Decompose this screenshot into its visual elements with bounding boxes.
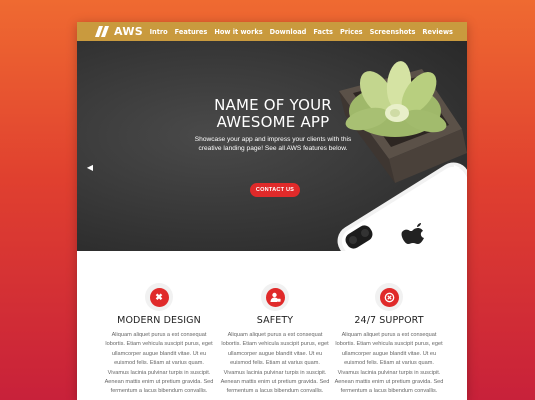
feature-title: 24/7 SUPPORT [354, 315, 424, 326]
chevron-right-icon[interactable]: ▶ [453, 164, 461, 172]
main-nav: Intro Features How it works Download Fac… [150, 22, 453, 41]
feature-title: MODERN DESIGN [117, 315, 201, 326]
nav-item-prices[interactable]: Prices [340, 28, 363, 36]
close-circle-icon [379, 287, 399, 307]
cross-circle-icon: ✖ [149, 287, 169, 307]
feature-icon-wrap [261, 283, 289, 311]
logo-text: AWS [114, 25, 143, 38]
nav-item-features[interactable]: Features [175, 28, 208, 36]
feature-title: SAFETY [256, 315, 294, 326]
feature-icon-wrap [375, 283, 403, 311]
nav-item-download[interactable]: Download [270, 28, 307, 36]
hero-title: NAME OF YOUR AWESOME APP [214, 96, 332, 131]
logo[interactable]: AWS [95, 25, 143, 38]
landing-page-preview: AWS Intro Features How it works Download… [77, 22, 467, 400]
hero-subtitle: Showcase your app and impress your clien… [194, 136, 352, 152]
navbar: AWS Intro Features How it works Download… [77, 22, 467, 41]
features-section: ✖ MODERN DESIGN Aliquam aliquet purus a … [77, 251, 467, 400]
contact-us-button[interactable]: CONTACT US [250, 183, 300, 197]
nav-item-how-it-works[interactable]: How it works [214, 28, 262, 36]
logo-mark-icon [95, 26, 109, 37]
feature-text: Aliquam aliquet purus a est consequat lo… [104, 332, 214, 395]
feature-text: Aliquam aliquet purus a est consequat lo… [220, 332, 330, 395]
nav-item-screenshots[interactable]: Screenshots [370, 28, 416, 36]
user-lock-icon [265, 287, 285, 307]
nav-item-facts[interactable]: Facts [313, 28, 333, 36]
nav-item-reviews[interactable]: Reviews [422, 28, 453, 36]
feature-icon-wrap: ✖ [145, 283, 173, 311]
chevron-left-icon[interactable]: ◀ [86, 164, 94, 172]
nav-item-intro[interactable]: Intro [150, 28, 168, 36]
hero-slider: NAME OF YOUR AWESOME APP Showcase your a… [77, 41, 467, 251]
feature-text: Aliquam aliquet purus a est consequat lo… [334, 332, 444, 395]
